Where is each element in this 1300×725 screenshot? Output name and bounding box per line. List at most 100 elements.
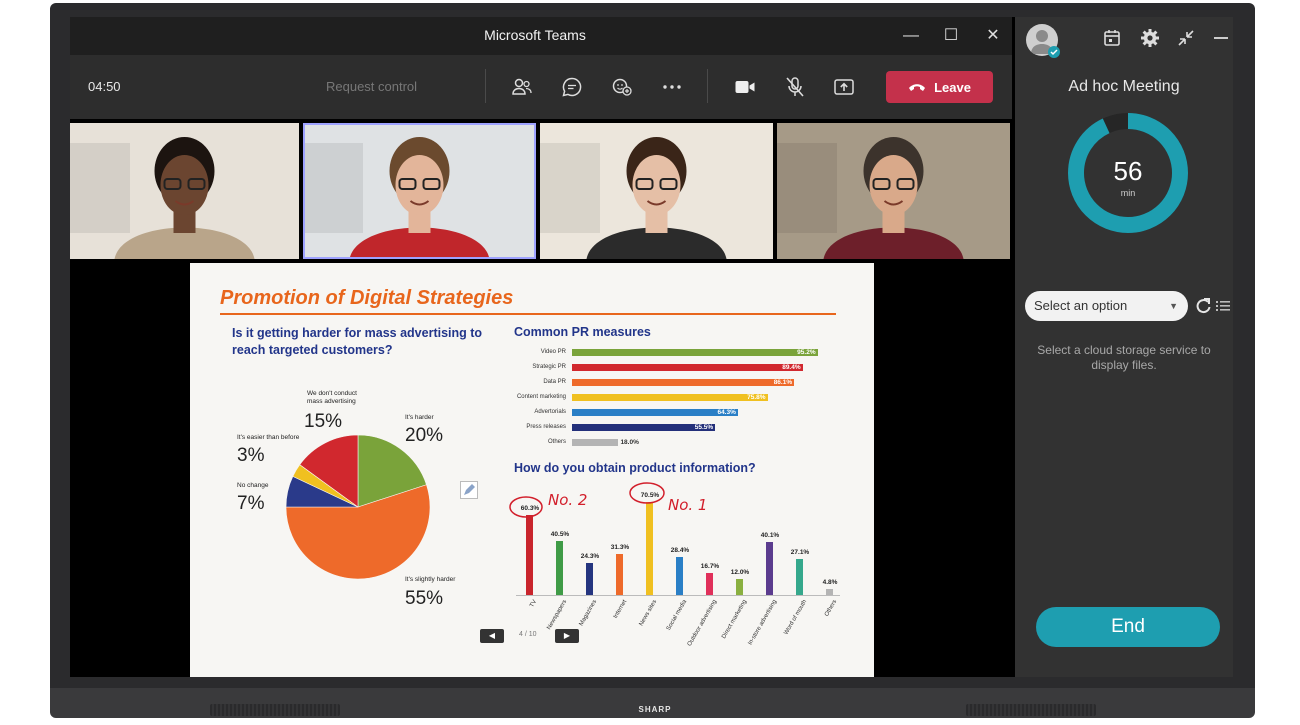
share-screen-icon[interactable]	[832, 75, 856, 99]
hbar-category-label: Video PR	[540, 349, 566, 355]
slide-title-rule	[220, 313, 836, 315]
vbar-value-label: 16.7%	[700, 562, 720, 570]
vbar-bar	[706, 572, 713, 595]
meeting-timer: 04:50	[88, 79, 121, 94]
pie-question: Is it getting harder for mass advertisin…	[232, 326, 483, 357]
pie-pct-slightly-harder: 55%	[405, 588, 444, 609]
annotation-circle-tv	[509, 496, 543, 518]
calendar-icon[interactable]	[1101, 27, 1123, 49]
collapse-icon[interactable]	[1175, 27, 1197, 49]
participant-tile-4[interactable]	[777, 123, 1010, 259]
shared-slide: Promotion of Digital Strategies Is it ge…	[190, 263, 874, 677]
pie-label-easier: It's easier than before	[237, 434, 300, 441]
meeting-toolbar: 04:50 Request control Leave	[70, 55, 1012, 119]
annotation-circle-news	[629, 482, 665, 504]
annotation-no2: No. 2	[548, 491, 588, 509]
speaker-grille-left	[210, 704, 340, 716]
camera-icon[interactable]	[733, 75, 757, 99]
minimize-panel-icon[interactable]	[1210, 27, 1232, 49]
vbar-value-label: 40.5%	[550, 531, 570, 539]
gear-icon[interactable]	[1139, 27, 1161, 49]
vbar-title: How do you obtain product information?	[514, 461, 756, 475]
speaker-grille-right	[966, 704, 1096, 716]
hbar-category-label: Others	[547, 439, 566, 445]
toolbar-divider	[485, 69, 486, 103]
vbar-bar	[766, 541, 773, 595]
participant-tile-3[interactable]	[540, 123, 773, 259]
minutes-unit: min	[1121, 188, 1136, 198]
vbar-value-label: 28.4%	[670, 547, 690, 555]
cloud-storage-select[interactable]: Select an option ▼	[1025, 291, 1188, 321]
vbar-value-label: 12.0%	[730, 569, 750, 577]
vbar-bar	[736, 579, 743, 595]
minimize-icon[interactable]: —	[900, 25, 922, 47]
participant-video	[777, 123, 1010, 259]
reactions-icon[interactable]	[610, 75, 634, 99]
room-control-panel: Ad hoc Meeting 56 min Select an option ▼…	[1015, 17, 1233, 677]
hbar-value-label: 86.1%	[773, 379, 793, 386]
maximize-icon[interactable]: ☐	[940, 25, 962, 47]
hbar-value-label: 55.5%	[694, 424, 714, 431]
next-slide-button[interactable]: ▶	[555, 629, 579, 643]
vbar-bar	[586, 562, 593, 595]
pie-chart	[285, 434, 431, 580]
end-meeting-button[interactable]: End	[1036, 607, 1220, 647]
participant-video	[70, 123, 299, 259]
hbar-category-label: Strategic PR	[532, 364, 566, 370]
close-icon[interactable]: ✕	[982, 25, 1004, 47]
hbar-value-label: 95.2%	[797, 349, 816, 356]
select-value: Select an option	[1034, 298, 1128, 313]
mic-off-icon[interactable]	[783, 75, 807, 99]
phone-hangup-icon	[909, 84, 926, 91]
people-icon[interactable]	[510, 75, 534, 99]
vbar-bar	[616, 553, 623, 595]
vbar-bar	[526, 515, 533, 595]
toolbar-divider	[707, 69, 708, 103]
leave-label: Leave	[934, 79, 971, 95]
pie-label-no-change: No change	[237, 482, 269, 489]
window-title: Microsoft Teams	[484, 27, 586, 43]
leave-button[interactable]: Leave	[886, 71, 993, 103]
slide-pager: 4 / 10	[519, 631, 537, 638]
minutes-value: 56	[1114, 156, 1143, 186]
hbar-category-label: Advertorials	[534, 409, 566, 415]
participant-tile-2[interactable]	[303, 123, 536, 259]
vbar-value-label: 4.8%	[822, 578, 838, 586]
pie-pct-easier: 3%	[237, 445, 265, 466]
chevron-down-icon: ▼	[1169, 301, 1178, 311]
participant-face	[160, 155, 209, 215]
vbar-value-label: 27.1%	[790, 549, 810, 557]
hbar-title: Common PR measures	[514, 325, 651, 339]
hbar-bar	[572, 439, 619, 446]
vbar-value-label: 24.3%	[580, 552, 600, 560]
pie-label-harder: It's harder	[405, 414, 434, 421]
participant-face	[869, 155, 918, 215]
prev-slide-button[interactable]: ◀	[480, 629, 504, 643]
slide-title: Promotion of Digital Strategies	[220, 287, 514, 309]
vbar-axis	[516, 595, 840, 596]
participant-tile-1[interactable]	[70, 123, 299, 259]
chat-icon[interactable]	[560, 75, 584, 99]
pie-label-no-mass: We don't conduct mass advertising	[307, 390, 357, 405]
pen-icon[interactable]	[460, 481, 478, 499]
request-control-button[interactable]: Request control	[326, 79, 417, 94]
vbar-value-label: 31.3%	[610, 543, 630, 551]
list-view-icon[interactable]	[1215, 298, 1231, 314]
more-icon[interactable]	[660, 75, 684, 99]
pie-label-slightly-harder: It's slightly harder	[405, 576, 456, 583]
hbar-category-label: Data PR	[543, 379, 566, 385]
vbar-bar	[676, 557, 683, 595]
participant-face	[395, 155, 444, 215]
refresh-icon[interactable]	[1193, 296, 1213, 316]
time-remaining-gauge: 56 min	[1068, 113, 1188, 233]
vbar-value-label: 40.1%	[760, 531, 780, 539]
hbar-value-label: 64.3%	[717, 409, 736, 416]
status-check-icon	[1048, 46, 1060, 58]
pie-pct-harder: 20%	[405, 425, 444, 446]
annotation-no1: No. 1	[668, 496, 708, 514]
hbar-category-label: Press releases	[526, 424, 566, 430]
hbar-value-label: 75.8%	[747, 394, 766, 401]
pie-pct-no-change: 7%	[237, 493, 265, 514]
hbar-category-label: Content marketing	[516, 394, 566, 400]
hbar-value-label: 89.4%	[782, 364, 801, 371]
